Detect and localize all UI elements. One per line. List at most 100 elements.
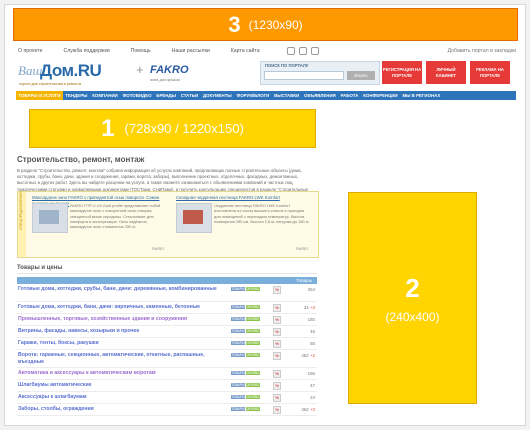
goods-badge[interactable]: ТОВАРЫ <box>231 353 245 357</box>
goods-badge[interactable]: ТОВАРЫ <box>231 341 245 345</box>
toplink-newsletters[interactable]: Наши рассылки <box>172 48 210 54</box>
table-row[interactable]: Готовые дома, коттеджи, бани, дачи: кирп… <box>17 302 317 314</box>
nav-item-photovideo[interactable]: ФОТОВИДЕО <box>120 93 154 98</box>
toplink-sitemap[interactable]: Карта сайта <box>231 48 260 54</box>
register-button[interactable]: РЕГИСТРАЦИЯ НА ПОРТАЛЕ <box>382 61 422 84</box>
count-value: 462 <box>301 353 309 358</box>
page-title: Строительство, ремонт, монтаж <box>17 155 145 164</box>
count-increase: +3 <box>309 305 315 310</box>
promo-title[interactable]: Складная чердачная лестница FAKRO LWK Ko… <box>176 195 310 201</box>
promo-card[interactable]: Складная чердачная лестница FAKRO LWK Ko… <box>176 195 310 253</box>
count-increase: +3 <box>309 407 315 412</box>
discount-icon[interactable]: % <box>273 340 281 348</box>
nav-item-companies[interactable]: КОМПАНИИ <box>90 93 120 98</box>
count-value: 362 <box>301 407 309 412</box>
ads-badge[interactable]: ОБЪЯВЛ. <box>246 317 260 321</box>
discount-icon[interactable]: % <box>273 370 281 378</box>
category-link[interactable]: Аксессуары к шлагбаумам <box>18 394 223 401</box>
nav-item-brands[interactable]: БРЕНДЫ <box>154 93 178 98</box>
ads-badge[interactable]: ОБЪЯВЛ. <box>246 353 260 357</box>
discount-icon[interactable]: % <box>273 352 281 360</box>
table-row[interactable]: Заборы, столбы, ограждения ТОВАРЫ ОБЪЯВЛ.%… <box>17 404 317 416</box>
search-input[interactable] <box>264 71 344 80</box>
ads-badge[interactable]: ОБЪЯВЛ. <box>246 371 260 375</box>
twitter-icon[interactable] <box>298 47 307 55</box>
ads-badge[interactable]: ОБЪЯВЛ. <box>246 341 260 345</box>
nav-item-conferences[interactable]: КОНФЕРЕНЦИИ <box>361 93 400 98</box>
toplink-help[interactable]: Помощь <box>131 48 151 54</box>
category-link[interactable]: Гаражи, тенты, боксы, ракушки <box>18 340 223 347</box>
nav-item-regions[interactable]: МЫ В РЕГИОНАХ <box>400 93 443 98</box>
cabinet-button[interactable]: ЛИЧНЫЙ КАБИНЕТ <box>426 61 466 84</box>
category-link[interactable]: Готовые дома, коттеджи, срубы, бани, дач… <box>18 286 223 293</box>
goods-badge[interactable]: ТОВАРЫ <box>231 383 245 387</box>
ads-badge[interactable]: ОБЪЯВЛ. <box>246 329 260 333</box>
goods-badge[interactable]: ТОВАРЫ <box>231 371 245 375</box>
table-row[interactable]: Гаражи, тенты, боксы, ракушки ТОВАРЫ ОБЪЯВ… <box>17 338 317 350</box>
ad-banner-middle[interactable]: 1 (728x90 / 1220x150) <box>29 109 316 148</box>
vk-icon[interactable] <box>286 47 295 55</box>
promo-brand[interactable]: FAKRO <box>296 247 308 251</box>
promo-image[interactable] <box>32 203 68 233</box>
special-offers: СПЕЦПРЕДЛОЖЕНИЯ Мансардное окно FAKRO с … <box>17 191 319 258</box>
discount-icon[interactable]: % <box>273 304 281 312</box>
promo-brand[interactable]: FAKRO <box>152 247 164 251</box>
ads-badge[interactable]: ОБЪЯВЛ. <box>246 305 260 309</box>
ads-badge[interactable]: ОБЪЯВЛ. <box>246 287 260 291</box>
toplink-support[interactable]: Служба поддержки <box>63 48 109 54</box>
nav-item-tenders[interactable]: ТЕНДЕРЫ <box>63 93 90 98</box>
goods-badge[interactable]: ТОВАРЫ <box>231 287 245 291</box>
nav-item-jobs[interactable]: РАБОТА <box>338 93 361 98</box>
discount-icon[interactable]: % <box>273 394 281 402</box>
goods-badge[interactable]: ТОВАРЫ <box>231 329 245 333</box>
table-row[interactable]: Промышленные, торговые, хозяйственные зд… <box>17 314 317 326</box>
ad-banner-top[interactable]: 3 (1230x90) <box>13 8 518 41</box>
search-button[interactable]: Искать <box>347 71 375 80</box>
goods-badge[interactable]: ТОВАРЫ <box>231 305 245 309</box>
nav-item-exhibitions[interactable]: ВЫСТАВКИ <box>272 93 302 98</box>
nav-item-ads[interactable]: ОБЪЯВЛЕНИЯ <box>302 93 339 98</box>
discount-icon[interactable]: % <box>273 286 281 294</box>
table-row[interactable]: Аксессуары к шлагбаумам ТОВАРЫ ОБЪЯВЛ.% 24 <box>17 392 317 404</box>
ads-badge[interactable]: ОБЪЯВЛ. <box>246 407 260 411</box>
table-row[interactable]: Витрины, фасады, навесы, козырьки и проч… <box>17 326 317 338</box>
nav-item-goods[interactable]: ТОВАРЫ И УСЛУГИ <box>16 91 63 100</box>
category-link[interactable]: Промышленные, торговые, хозяйственные зд… <box>18 316 223 323</box>
table-row[interactable]: Ворота: гаражные, секционные, автоматиче… <box>17 350 317 368</box>
nav-item-documents[interactable]: ДОКУМЕНТЫ <box>201 93 235 98</box>
facebook-icon[interactable] <box>310 47 319 55</box>
ad-top-number: 3 <box>228 11 241 37</box>
partner-logo[interactable]: + FAKRO окна для крыши <box>136 61 196 85</box>
count-value: 46 <box>310 329 315 334</box>
toplink-about[interactable]: О проекте <box>18 48 42 54</box>
category-link[interactable]: Заборы, столбы, ограждения <box>18 406 223 413</box>
nav-item-forum[interactable]: ФОРУМ/БЛОГИ <box>234 93 272 98</box>
promo-card[interactable]: Мансардное окно FAKRO с приподнятой осью… <box>32 195 166 253</box>
category-link[interactable]: Автоматика и аксессуары к автоматическим… <box>18 370 223 377</box>
advertise-button[interactable]: РЕКЛАМА НА ПОРТАЛЕ <box>470 61 510 84</box>
count-value: 166 <box>307 371 315 376</box>
discount-icon[interactable]: % <box>273 406 281 414</box>
category-link[interactable]: Ворота: гаражные, секционные, автоматиче… <box>18 352 223 366</box>
discount-icon[interactable]: % <box>273 382 281 390</box>
goods-badge[interactable]: ТОВАРЫ <box>231 395 245 399</box>
logo-dom: Дом.RU <box>40 61 102 80</box>
table-row[interactable]: Шлагбаумы автоматические ТОВАРЫ ОБЪЯВЛ.% 47 <box>17 380 317 392</box>
nav-item-articles[interactable]: СТАТЬИ <box>178 93 200 98</box>
table-row[interactable]: Готовые дома, коттеджи, срубы, бани, дач… <box>17 284 317 302</box>
ads-badge[interactable]: ОБЪЯВЛ. <box>246 395 260 399</box>
partner-brand: FAKRO <box>150 64 189 76</box>
ads-badge[interactable]: ОБЪЯВЛ. <box>246 383 260 387</box>
category-link[interactable]: Витрины, фасады, навесы, козырьки и проч… <box>18 328 223 335</box>
table-row[interactable]: Автоматика и аксессуары к автоматическим… <box>17 368 317 380</box>
bookmark-link[interactable]: Добавить портал в закладки <box>448 48 516 54</box>
category-link[interactable]: Шлагбаумы автоматические <box>18 382 223 389</box>
ad-banner-right[interactable]: 2 (240x400) <box>348 192 477 404</box>
discount-icon[interactable]: % <box>273 316 281 324</box>
goods-badge[interactable]: ТОВАРЫ <box>231 407 245 411</box>
goods-badge[interactable]: ТОВАРЫ <box>231 317 245 321</box>
discount-icon[interactable]: % <box>273 328 281 336</box>
site-logo[interactable]: Ваш Дом.RU портал для строительства и ре… <box>18 60 138 88</box>
category-link[interactable]: Готовые дома, коттеджи, бани, дачи: кирп… <box>18 304 223 311</box>
promo-image[interactable] <box>176 203 212 233</box>
